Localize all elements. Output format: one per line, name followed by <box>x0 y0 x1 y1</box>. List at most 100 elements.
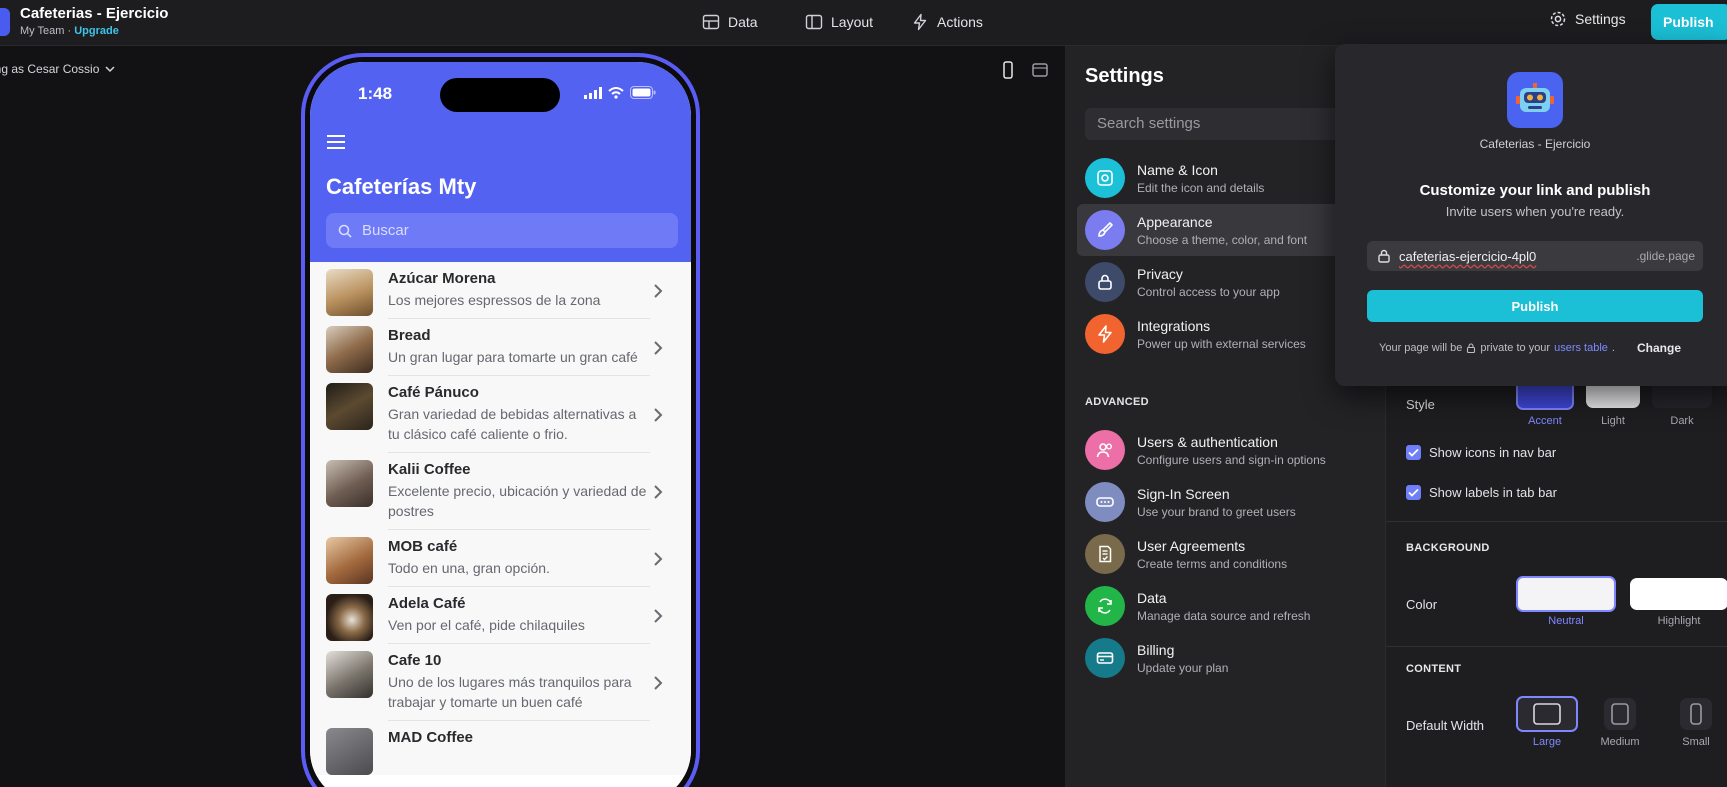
nav-data[interactable]: Data <box>702 10 758 34</box>
item-title: Café Pánuco <box>388 384 479 401</box>
chevron-right-icon <box>654 608 663 623</box>
settings-button[interactable]: Settings <box>1549 10 1626 28</box>
list-item[interactable]: Adela Café Ven por el café, pide chilaqui… <box>310 587 691 644</box>
item-title: Bread <box>388 327 431 344</box>
settings-item-subtitle: Use your brand to greet users <box>1137 504 1296 519</box>
show-labels-label: Show labels in tab bar <box>1429 485 1557 500</box>
list-item[interactable]: Kalii Coffee Excelente precio, ubicación … <box>310 453 691 530</box>
width-large-option[interactable] <box>1516 696 1578 732</box>
cafe-thumbnail <box>326 537 373 584</box>
settings-item-title: Integrations <box>1137 317 1211 334</box>
hamburger-menu-icon[interactable] <box>326 134 346 150</box>
settings-item-title: Privacy <box>1137 265 1183 282</box>
width-small-icon <box>1690 703 1702 725</box>
item-title: Adela Café <box>388 595 466 612</box>
publish-button[interactable]: Publish <box>1651 4 1727 40</box>
settings-item-data[interactable]: Data Manage data source and refresh <box>1077 580 1377 632</box>
item-description: Ven por el café, pide chilaquiles <box>388 617 585 633</box>
phone-search-input[interactable]: Buscar <box>326 213 678 248</box>
refresh-icon <box>1085 586 1125 626</box>
background-section-label: BACKGROUND <box>1406 542 1490 554</box>
table-icon <box>702 14 720 30</box>
settings-item-title: Data <box>1137 589 1167 606</box>
list-item[interactable]: MAD Coffee <box>310 721 691 775</box>
settings-item-subtitle: Manage data source and refresh <box>1137 608 1311 623</box>
color-highlight-swatch[interactable] <box>1630 578 1727 610</box>
item-title: Azúcar Morena <box>388 270 496 287</box>
nav-layout-label: Layout <box>831 14 874 30</box>
publish-link-field[interactable]: cafeterias-ejercicio-4pl0 .glide.page <box>1367 241 1703 271</box>
upgrade-link[interactable]: Upgrade <box>74 25 119 37</box>
settings-label: Settings <box>1575 11 1626 27</box>
settings-item-billing[interactable]: Billing Update your plan <box>1077 632 1377 684</box>
search-icon <box>338 224 352 238</box>
width-medium-option[interactable] <box>1604 698 1636 730</box>
show-icons-checkbox[interactable] <box>1406 445 1421 460</box>
settings-item-title: Users & authentication <box>1137 433 1278 450</box>
item-description: Excelente precio, ubicación y variedad d… <box>388 483 647 519</box>
item-title: MOB café <box>388 538 458 555</box>
list-item[interactable]: Cafe 10 Uno de los lugares más tranquilos… <box>310 644 691 721</box>
app-title: Cafeterias - Ejercicio <box>20 5 169 22</box>
lock-icon <box>1467 343 1476 353</box>
dynamic-island <box>440 78 560 112</box>
chevron-right-icon <box>654 283 663 298</box>
phone-preview-icon[interactable] <box>1000 61 1016 79</box>
cafe-thumbnail <box>326 651 373 698</box>
settings-item-subtitle: Create terms and conditions <box>1137 556 1288 571</box>
settings-item-user-agreements[interactable]: User Agreements Create terms and conditio… <box>1077 528 1377 580</box>
privacy-note-end: . <box>1611 342 1615 354</box>
list-item[interactable]: Café Pánuco Gran variedad de bebidas alte… <box>310 376 691 453</box>
content-section-label: CONTENT <box>1406 663 1462 675</box>
bolt-icon <box>913 13 927 31</box>
nav-data-label: Data <box>728 14 758 30</box>
settings-item-integrations[interactable]: Integrations Power up with external servi… <box>1077 308 1377 360</box>
change-privacy-button[interactable]: Change <box>1637 341 1681 355</box>
settings-item-users-auth[interactable]: Users & authentication Configure users an… <box>1077 424 1377 476</box>
nav-layout[interactable]: Layout <box>805 10 873 34</box>
chevron-down-icon <box>105 66 115 73</box>
style-accent-caption: Accent <box>1528 415 1562 427</box>
layout-icon <box>805 14 823 30</box>
settings-item-subtitle: Update your plan <box>1137 660 1229 675</box>
popover-subtitle: Invite users when you're ready. <box>1445 204 1625 219</box>
credit-card-icon <box>1085 638 1125 678</box>
item-title: Kalii Coffee <box>388 461 471 478</box>
settings-item-title: User Agreements <box>1137 537 1246 554</box>
color-neutral-swatch[interactable] <box>1516 576 1616 612</box>
cafe-thumbnail <box>326 728 373 775</box>
color-highlight-caption: Highlight <box>1657 615 1701 627</box>
settings-item-subtitle: Power up with external services <box>1137 336 1306 351</box>
show-icons-label: Show icons in nav bar <box>1429 445 1557 460</box>
chevron-right-icon <box>654 340 663 355</box>
settings-item-name-icon[interactable]: Name & Icon Edit the icon and details <box>1077 152 1377 204</box>
width-small-option[interactable] <box>1680 698 1712 730</box>
nav-actions[interactable]: Actions <box>911 10 983 34</box>
signal-icon <box>584 86 602 99</box>
list-item[interactable]: MOB café Todo en una, gran opción. <box>310 530 691 587</box>
show-labels-checkbox[interactable] <box>1406 485 1421 500</box>
list-item[interactable]: Azúcar Morena Los mejores espressos de la… <box>310 262 691 319</box>
tablet-preview-icon[interactable] <box>1032 61 1048 79</box>
cafe-list: Azúcar Morena Los mejores espressos de la… <box>310 262 691 775</box>
style-label: Style <box>1406 397 1435 412</box>
popover-title: Customize your link and publish <box>1419 182 1651 199</box>
settings-item-appearance[interactable]: Appearance Choose a theme, color, and fon… <box>1077 204 1377 256</box>
settings-item-sign-in-screen[interactable]: Sign-In Screen Use your brand to greet us… <box>1077 476 1377 528</box>
nav-actions-label: Actions <box>937 14 983 30</box>
width-small-caption: Small <box>1682 736 1710 748</box>
popover-publish-button[interactable]: Publish <box>1367 290 1703 322</box>
settings-search-input[interactable]: Search settings <box>1085 108 1345 140</box>
viewing-as-selector[interactable]: ing as Cesar Cossio <box>0 62 115 76</box>
brush-icon <box>1085 210 1125 250</box>
chevron-right-icon <box>654 407 663 422</box>
width-medium-caption: Medium <box>1600 736 1640 748</box>
publish-link-value[interactable]: cafeterias-ejercicio-4pl0 <box>1399 249 1536 264</box>
item-description: Los mejores espressos de la zona <box>388 292 601 308</box>
image-icon <box>1085 158 1125 198</box>
chevron-right-icon <box>654 675 663 690</box>
list-item[interactable]: Bread Un gran lugar para tomarte un gran … <box>310 319 691 376</box>
settings-item-privacy[interactable]: Privacy Control access to your app <box>1077 256 1377 308</box>
app-logo-icon[interactable] <box>0 8 10 36</box>
users-table-link[interactable]: users table <box>1554 342 1608 354</box>
